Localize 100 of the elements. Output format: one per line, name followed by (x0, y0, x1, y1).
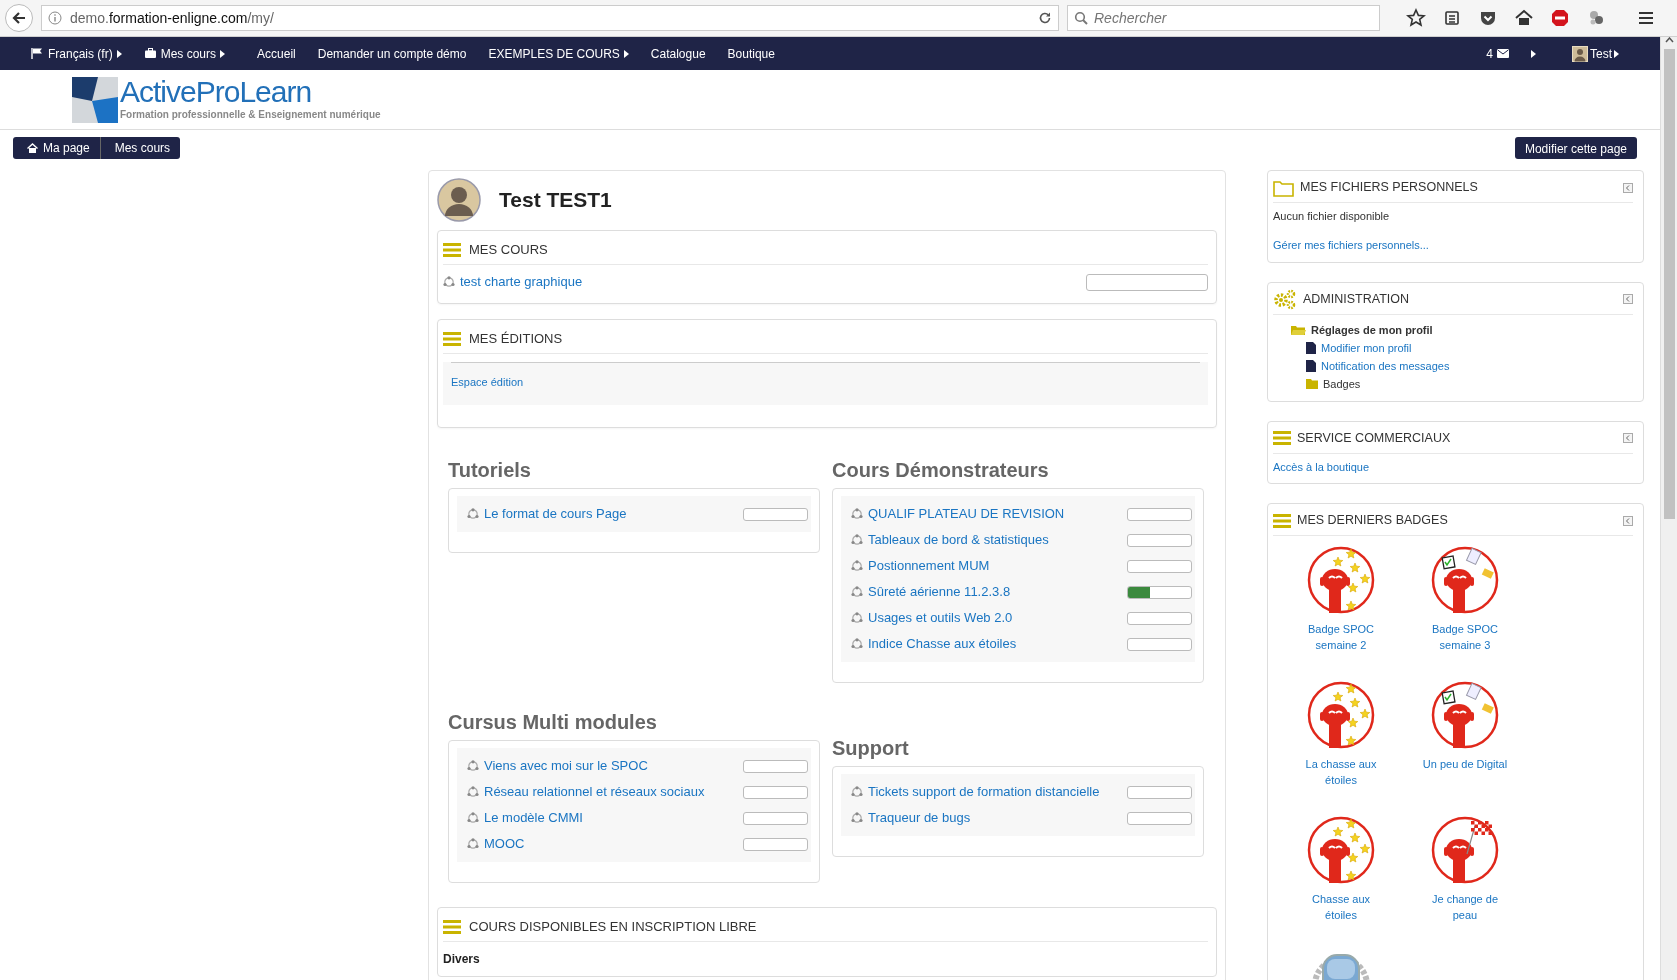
nav-link[interactable]: Boutique (716, 44, 786, 63)
nav-link[interactable]: Catalogue (639, 44, 717, 63)
tree-link[interactable]: Modifier mon profil (1321, 339, 1412, 357)
progress-bar (1127, 585, 1192, 599)
course-link[interactable]: Tickets support de formation distancielle (868, 782, 1100, 802)
tree-heading: Réglages de mon profil (1311, 322, 1433, 338)
scroll-up-icon[interactable] (1664, 37, 1674, 43)
course-link[interactable]: Réseau relationnel et réseaux sociaux (484, 782, 705, 802)
search-icon (1074, 11, 1088, 25)
avatar (1572, 45, 1588, 62)
course-link[interactable]: Tableaux de bord & statistiques (868, 530, 1049, 550)
back-arrow-icon (11, 10, 27, 26)
course-icon (851, 638, 863, 650)
course-icon (851, 508, 863, 520)
document-icon (1306, 359, 1316, 372)
info-icon[interactable] (48, 11, 62, 25)
course-icon (851, 586, 863, 598)
nav-link[interactable]: EXEMPLES DE COURS (477, 44, 640, 63)
course-link[interactable]: QUALIF PLATEAU DE REVISION (868, 504, 1065, 524)
logo-title: ActiveProLearn (120, 77, 313, 107)
course-link[interactable]: Indice Chasse aux étoiles (868, 634, 1017, 654)
course-icon (851, 534, 863, 546)
scrollbar-thumb[interactable] (1663, 49, 1675, 519)
course-link[interactable]: Sûreté aérienne 11.2.3.8 (868, 582, 1011, 602)
url-text: demo.formation-enligne.com/my/ (70, 8, 275, 28)
gears-icon (1273, 288, 1297, 311)
course-icon (443, 276, 455, 288)
menu-icon (1273, 513, 1291, 528)
course-icon (851, 812, 863, 824)
badge-link[interactable]: Chasse aux étoiles (1295, 892, 1387, 925)
messages-link[interactable]: 4 (1475, 44, 1520, 63)
adblock-icon[interactable] (1550, 8, 1570, 28)
avatar (437, 178, 481, 222)
breadcrumb-link[interactable]: Mes cours (99, 137, 181, 159)
badge-link[interactable]: La chasse aux étoiles (1295, 757, 1387, 790)
home-icon[interactable] (1514, 8, 1534, 28)
block-title: MES ÉDITIONS (469, 329, 563, 348)
star-icon[interactable] (1406, 8, 1426, 28)
tree-link[interactable]: Notification des messages (1321, 357, 1450, 375)
edit-page-button[interactable]: Modifier cette page (1514, 137, 1637, 159)
shop-link[interactable]: Accès à la boutique (1273, 460, 1369, 473)
address-bar[interactable]: demo.formation-enligne.com/my/ (41, 5, 1059, 31)
flag-icon (31, 47, 44, 60)
open-folder-icon (1291, 323, 1306, 336)
course-icon (467, 508, 479, 520)
category-heading: Divers (443, 951, 481, 968)
block-title: ADMINISTRATION (1303, 290, 1411, 308)
badge-link[interactable]: Badge SPOC semaine 2 (1295, 622, 1387, 655)
caret-icon (116, 49, 122, 58)
envelope-icon (1497, 49, 1509, 58)
nav-link[interactable]: Mes cours (132, 44, 237, 63)
home-icon (27, 143, 38, 153)
course-link[interactable]: MOOC (484, 834, 525, 854)
caret-icon (1614, 49, 1619, 58)
course-link[interactable]: test charte graphique (460, 272, 583, 292)
section-heading: Cursus Multi modules (448, 710, 658, 735)
block-title: MES FICHIERS PERSONNELS (1300, 179, 1479, 197)
caret-icon (220, 49, 226, 58)
nav-link[interactable]: Accueil (246, 44, 307, 63)
course-link[interactable]: Le modèle CMMI (484, 808, 583, 828)
block-title: SERVICE COMMERCIAUX (1297, 429, 1452, 447)
document-icon (1306, 341, 1316, 354)
course-icon (851, 786, 863, 798)
menu-icon (1273, 431, 1291, 446)
logo-icon (72, 76, 118, 123)
block-link[interactable]: Espace édition (451, 376, 524, 388)
manage-files-link[interactable]: Gérer mes fichiers personnels... (1273, 238, 1429, 254)
course-icon (467, 812, 479, 824)
section-heading: Support (832, 736, 910, 761)
briefcase-icon (143, 47, 157, 60)
block-title: MES COURS (469, 240, 548, 259)
block-title: MES DERNIERS BADGES (1297, 512, 1449, 530)
nav-link[interactable]: Demander un compte démo (306, 44, 478, 63)
tree-item[interactable]: Badges (1323, 375, 1361, 393)
badge-link[interactable]: Je change de peau (1419, 892, 1511, 925)
user-menu[interactable]: Test (1561, 44, 1630, 63)
course-link[interactable]: Usages et outils Web 2.0 (868, 608, 1013, 628)
caret-icon (623, 49, 629, 58)
scrollbar[interactable] (1660, 37, 1677, 980)
badge-link[interactable]: Badge SPOC semaine 3 (1419, 622, 1511, 655)
menu-icon (443, 242, 461, 257)
nav-link[interactable]: Français (fr) (20, 44, 133, 63)
caret-icon (1531, 49, 1536, 58)
breadcrumb-link[interactable]: Ma page (13, 137, 100, 159)
folder-icon (1273, 178, 1294, 197)
search-field[interactable]: Rechercher (1067, 5, 1380, 31)
block-title: COURS DISPONIBLES EN INSCRIPTION LIBRE (469, 917, 757, 936)
logo-tagline: Formation professionnelle & Enseignement numérique (120, 108, 381, 122)
course-link[interactable]: Viens avec moi sur le SPOC (484, 756, 648, 776)
course-icon (851, 612, 863, 624)
reading-list-icon[interactable] (1442, 8, 1462, 28)
course-link[interactable]: Traqueur de bugs (868, 808, 971, 828)
back-button[interactable] (5, 4, 33, 32)
course-link[interactable]: Postionnement MUM (868, 556, 990, 576)
reload-icon[interactable] (1038, 11, 1052, 25)
badge-link[interactable]: Un peu de Digital (1419, 757, 1511, 774)
folder-icon (1306, 377, 1318, 390)
section-heading: Tutoriels (448, 458, 532, 483)
empty-message: Aucun fichier disponible (1273, 209, 1391, 224)
course-icon (467, 838, 479, 850)
